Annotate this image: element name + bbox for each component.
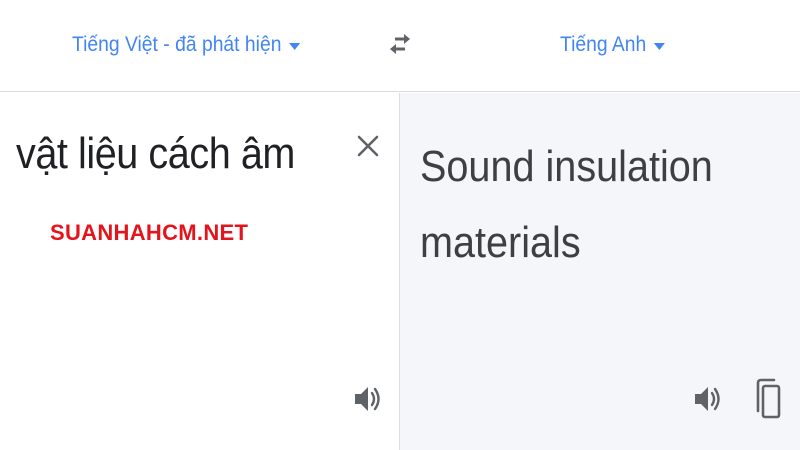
listen-translation-button[interactable] bbox=[692, 381, 724, 417]
clear-source-button[interactable] bbox=[353, 131, 383, 161]
close-icon bbox=[357, 135, 379, 157]
language-bar: Tiếng Việt - đã phát hiện Tiếng Anh bbox=[0, 0, 800, 92]
watermark-text: SUANHAHCM.NET bbox=[50, 220, 249, 245]
target-language-label: Tiếng Anh bbox=[560, 33, 647, 56]
source-language-selector[interactable]: Tiếng Việt - đã phát hiện bbox=[72, 30, 300, 60]
translation-panel: Sound insulation materials bbox=[399, 93, 800, 450]
source-panel[interactable]: vật liệu cách âm SUANHAHCM.NET bbox=[0, 93, 399, 450]
source-language-label: Tiếng Việt - đã phát hiện bbox=[72, 33, 282, 56]
translation-text: Sound insulation materials bbox=[420, 142, 713, 267]
swap-arrows-icon bbox=[390, 34, 410, 54]
copy-icon bbox=[756, 378, 781, 419]
swap-languages-button[interactable] bbox=[384, 28, 416, 60]
caret-down-icon bbox=[653, 43, 665, 50]
caret-down-icon bbox=[288, 43, 300, 50]
copy-translation-button[interactable] bbox=[752, 375, 784, 423]
speaker-icon bbox=[695, 387, 720, 411]
speaker-icon bbox=[355, 387, 380, 411]
translate-app: Tiếng Việt - đã phát hiện Tiếng Anh vật … bbox=[0, 0, 800, 450]
listen-source-button[interactable] bbox=[352, 381, 384, 417]
target-language-selector[interactable]: Tiếng Anh bbox=[560, 30, 665, 60]
source-text-input[interactable]: vật liệu cách âm bbox=[16, 129, 295, 179]
